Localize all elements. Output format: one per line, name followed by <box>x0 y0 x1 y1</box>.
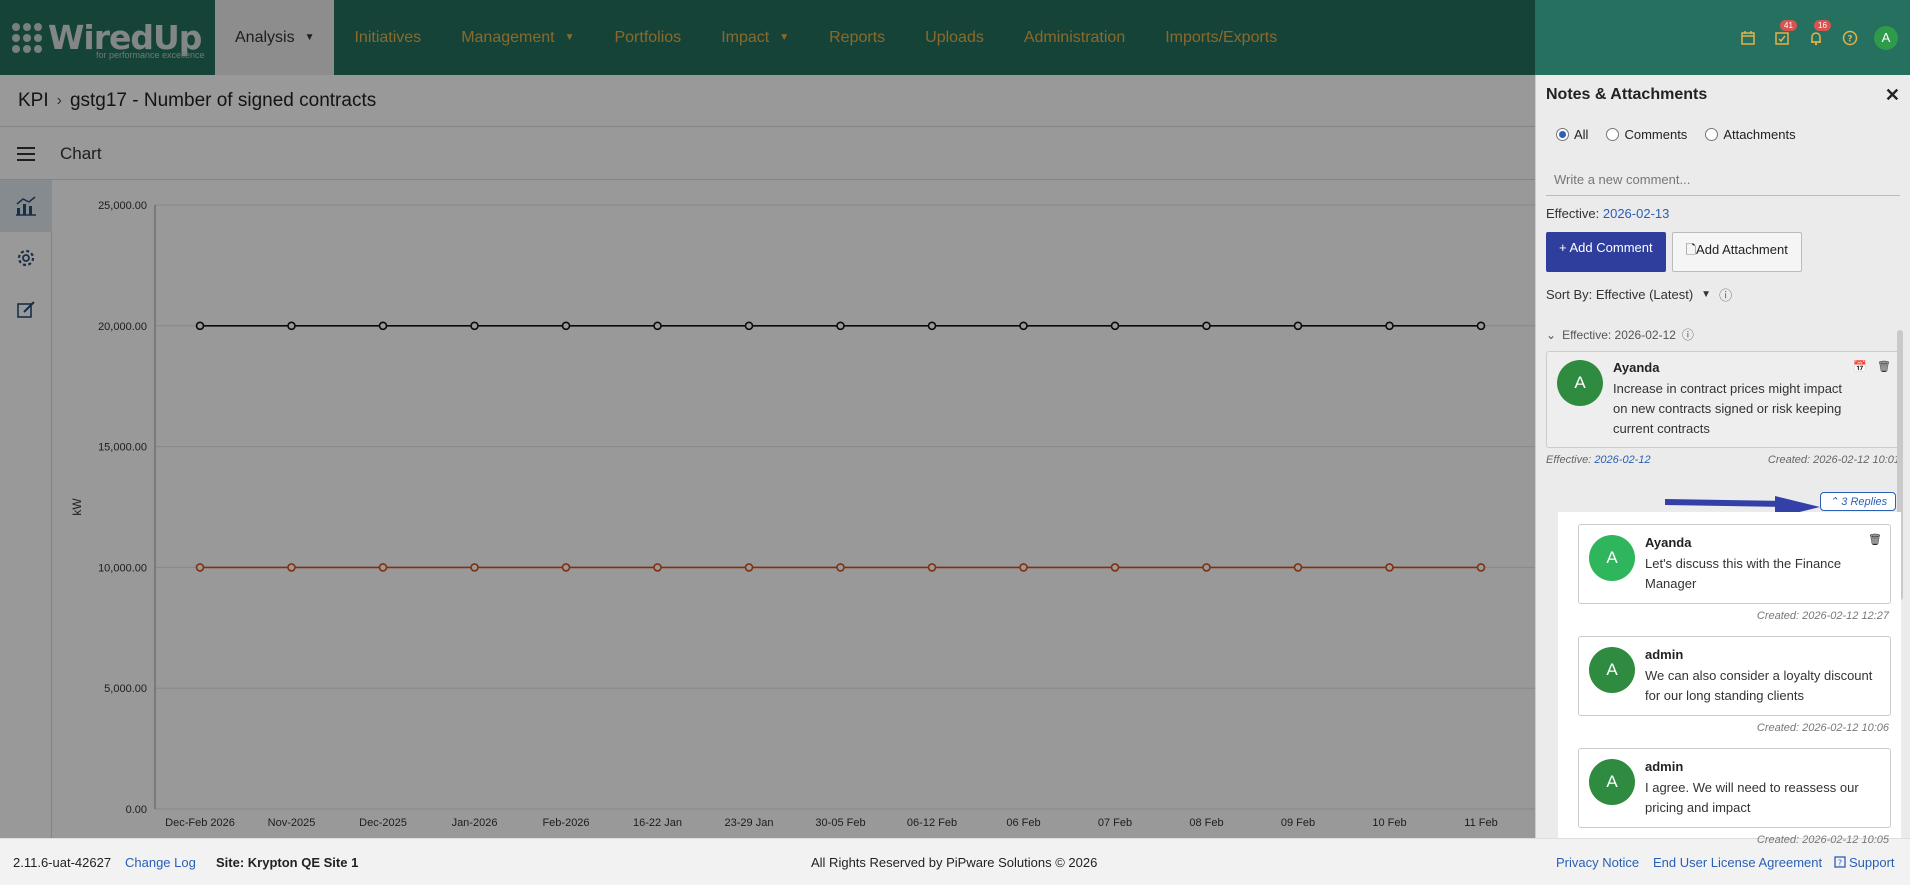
action-buttons: + Add Comment 🗋Add Attachment <box>1536 221 1910 283</box>
reply-text: We can also consider a loyalty discount … <box>1645 668 1873 703</box>
effective-date-row: Effective: 2026-02-13 <box>1536 196 1910 221</box>
effective-label: Effective: <box>1546 454 1592 466</box>
group-label: Effective: 2026-02-12 <box>1562 327 1676 342</box>
filter-comments-radio[interactable]: Comments <box>1606 127 1687 142</box>
modal-backdrop[interactable] <box>0 0 1535 838</box>
avatar: A <box>1557 360 1603 406</box>
toggle-replies-button[interactable]: ⌃ 3 Replies <box>1820 492 1897 511</box>
reply-card: A admin I agree. We will need to reasses… <box>1578 748 1891 828</box>
filter-all-radio[interactable]: All <box>1556 127 1588 142</box>
reply-text: Let's discuss this with the Finance Mana… <box>1645 556 1842 591</box>
comment-card: A Ayanda Increase in contract prices mig… <box>1546 351 1900 448</box>
radio-checked-icon <box>1556 128 1569 141</box>
panel-title: Notes & Attachments <box>1546 86 1708 103</box>
calendar-icon[interactable] <box>1738 28 1758 48</box>
chevron-up-icon: ⌃ <box>1829 496 1839 508</box>
comment-effective-date[interactable]: 2026-02-12 <box>1594 454 1650 466</box>
comment-meta: Effective: 2026-02-12 Created: 2026-02-1… <box>1536 448 1910 466</box>
reply-created: Created: 2026-02-12 10:05 <box>1756 834 1889 846</box>
trash-icon[interactable]: 🗑 <box>1877 360 1891 373</box>
info-icon[interactable]: ⓘ <box>1719 285 1732 304</box>
new-comment-input[interactable]: Write a new comment... <box>1546 162 1900 196</box>
reply-card: A admin We can also consider a loyalty d… <box>1578 636 1891 716</box>
comment-text: Increase in contract prices might impact… <box>1613 381 1843 436</box>
help-icon[interactable]: ? <box>1840 28 1860 48</box>
radio-label: Comments <box>1624 127 1688 142</box>
avatar: A <box>1589 535 1635 581</box>
plus-icon: + <box>1559 240 1567 255</box>
reply-author: admin <box>1645 647 1684 662</box>
reply-created: Created: 2026-02-12 10:06 <box>1756 722 1889 734</box>
reply-created: Created: 2026-02-12 12:27 <box>1756 610 1889 622</box>
bell-icon[interactable]: 16 <box>1806 19 1831 48</box>
avatar: A <box>1589 759 1635 805</box>
comment-created: Created: 2026-02-12 10:01 <box>1767 454 1900 466</box>
tasks-icon[interactable]: 41 <box>1772 19 1797 48</box>
filter-radio-group: All Comments Attachments <box>1536 115 1910 154</box>
reply-text: I agree. We will need to reassess our pr… <box>1645 780 1859 815</box>
button-label: Add Attachment <box>1696 242 1788 257</box>
radio-label: Attachments <box>1723 127 1796 142</box>
calendar-edit-icon[interactable]: 📅 <box>1853 360 1867 373</box>
replies-count: 3 Replies <box>1841 496 1888 508</box>
copyright-text: All Rights Reserved by PiPware Solutions… <box>811 854 1098 870</box>
file-icon: 🗋 <box>1685 242 1697 257</box>
close-icon[interactable]: ✕ <box>1885 85 1900 106</box>
add-comment-button[interactable]: + Add Comment <box>1546 232 1666 272</box>
nav-right-icons: 41 16 ? A <box>1738 0 1910 75</box>
user-avatar[interactable]: A <box>1874 25 1898 50</box>
tasks-count-badge: 41 <box>1780 19 1797 31</box>
chevron-down-icon: ⌄ <box>1546 327 1557 342</box>
sort-row: Sort By: Effective (Latest) ▼ ⓘ <box>1536 283 1910 306</box>
svg-text:?: ? <box>1847 34 1852 44</box>
effective-date-picker[interactable]: 2026-02-13 <box>1603 206 1670 221</box>
replies-list: A Ayanda Let's discuss this with the Fin… <box>1558 512 1901 846</box>
radio-unchecked-icon <box>1606 128 1620 141</box>
comment-actions: 📅 🗑 <box>1853 360 1891 373</box>
info-icon[interactable]: ⓘ <box>1682 326 1694 343</box>
change-log-link[interactable]: Change Log <box>125 855 196 870</box>
panel-header: Notes & Attachments ✕ <box>1536 75 1910 115</box>
comment-author: Ayanda <box>1613 360 1660 375</box>
app-version: 2.11.6-uat-42627 <box>13 854 112 870</box>
radio-label: All <box>1574 127 1589 142</box>
effective-label: Effective: <box>1546 206 1600 221</box>
reply-author: admin <box>1645 759 1684 774</box>
button-label: Add Comment <box>1569 240 1653 255</box>
effective-group-header[interactable]: ⌄ Effective: 2026-02-12 ⓘ <box>1536 306 1910 351</box>
trash-icon[interactable]: 🗑 <box>1868 533 1882 546</box>
caret-down-icon[interactable]: ▼ <box>1701 289 1711 300</box>
reply-author: Ayanda <box>1645 535 1692 550</box>
reply-card: A Ayanda Let's discuss this with the Fin… <box>1578 524 1891 604</box>
filter-attachments-radio[interactable]: Attachments <box>1705 127 1796 142</box>
sort-dropdown[interactable]: Sort By: Effective (Latest) <box>1546 287 1693 302</box>
avatar: A <box>1589 647 1635 693</box>
notifications-count-badge: 16 <box>1814 19 1831 31</box>
site-label: Site: Krypton QE Site 1 <box>216 854 359 870</box>
radio-unchecked-icon <box>1705 128 1719 141</box>
add-attachment-button[interactable]: 🗋Add Attachment <box>1671 232 1802 272</box>
